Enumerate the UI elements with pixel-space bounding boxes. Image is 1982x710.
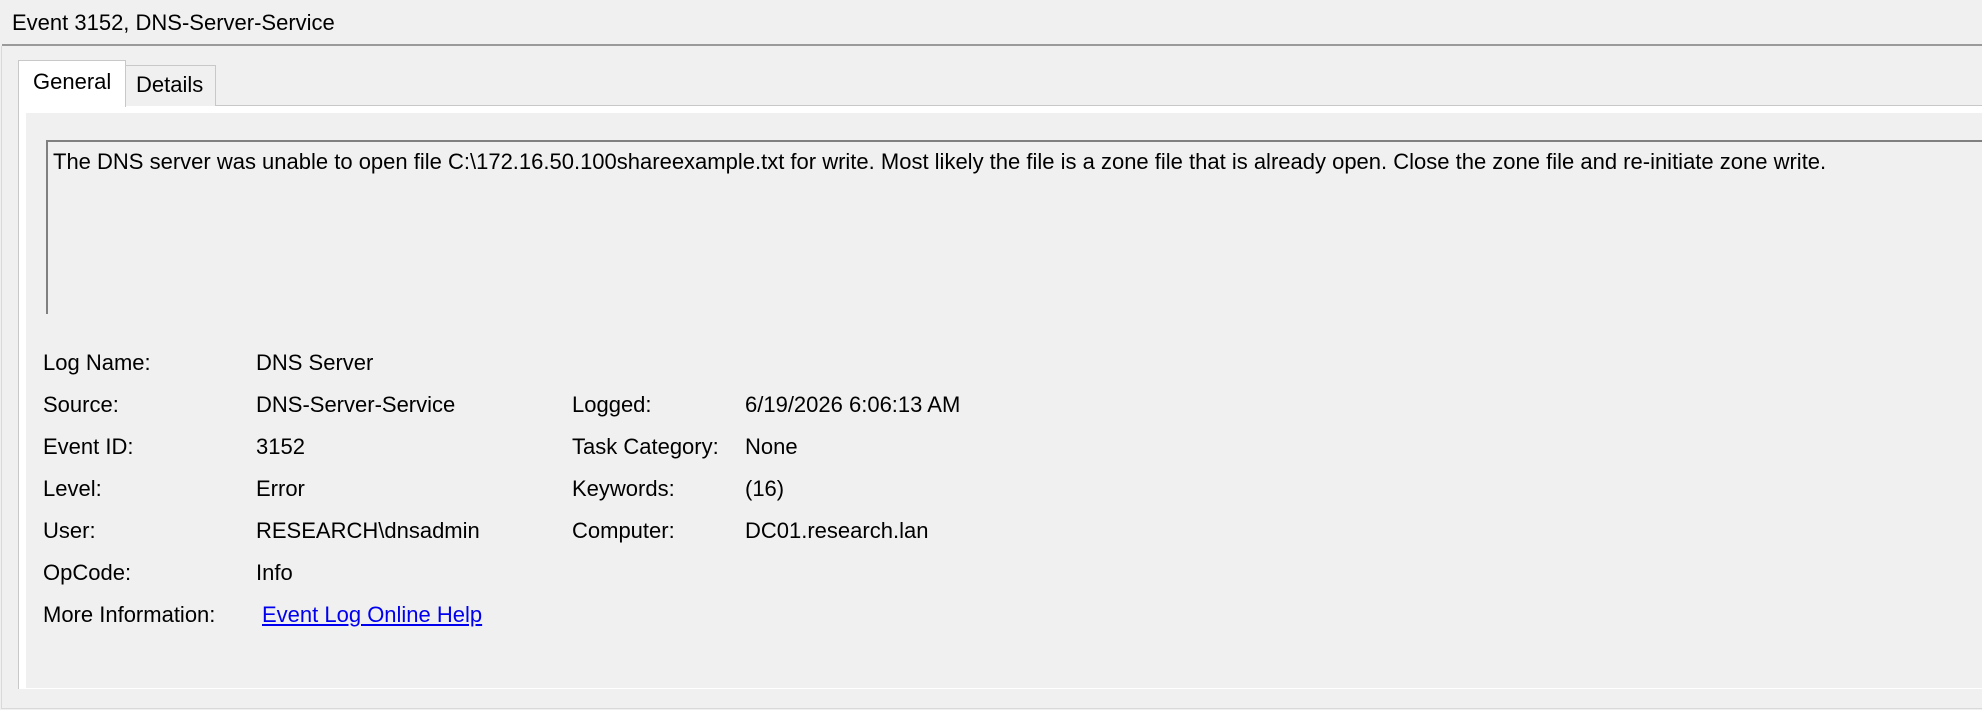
user-value[interactable]: RESEARCH\dnsadmin bbox=[256, 518, 480, 544]
event-description-box[interactable]: The DNS server was unable to open file C… bbox=[46, 140, 1982, 314]
task-category-value[interactable]: None bbox=[745, 434, 798, 460]
keywords-value[interactable]: (16) bbox=[745, 476, 784, 502]
logged-label: Logged: bbox=[572, 392, 652, 417]
title-bar[interactable]: Event 3152, DNS-Server-Service bbox=[0, 0, 1982, 46]
computer-label: Computer: bbox=[572, 518, 675, 543]
event-log-online-help-link[interactable]: Event Log Online Help bbox=[262, 602, 482, 628]
log-name-value[interactable]: DNS Server bbox=[256, 350, 373, 376]
logged-value[interactable]: 6/19/2026 6:06:13 AM bbox=[745, 392, 960, 418]
task-category-label: Task Category: bbox=[572, 434, 719, 459]
tab-details-label: Details bbox=[136, 72, 204, 97]
event-properties-window: Event 3152, DNS-Server-Service General D… bbox=[0, 0, 1982, 710]
source-label: Source: bbox=[43, 392, 119, 417]
computer-value[interactable]: DC01.research.lan bbox=[745, 518, 928, 544]
log-name-label: Log Name: bbox=[43, 350, 151, 375]
window-title: Event 3152, DNS-Server-Service bbox=[12, 10, 335, 35]
opcode-value[interactable]: Info bbox=[256, 560, 293, 586]
event-id-value[interactable]: 3152 bbox=[256, 434, 305, 460]
event-id-label: Event ID: bbox=[43, 434, 134, 459]
source-value[interactable]: DNS-Server-Service bbox=[256, 392, 455, 418]
user-label: User: bbox=[43, 518, 96, 543]
title-separator bbox=[2, 44, 1982, 46]
tab-general[interactable]: General bbox=[18, 60, 126, 107]
opcode-label: OpCode: bbox=[43, 560, 132, 585]
more-information-label: More Information: bbox=[43, 602, 216, 627]
tab-details[interactable]: Details bbox=[126, 65, 216, 106]
level-value[interactable]: Error bbox=[256, 476, 305, 502]
level-label: Level: bbox=[43, 476, 102, 501]
event-description-text: The DNS server was unable to open file C… bbox=[53, 149, 1827, 174]
tab-general-label: General bbox=[33, 69, 112, 94]
keywords-label: Keywords: bbox=[572, 476, 675, 501]
